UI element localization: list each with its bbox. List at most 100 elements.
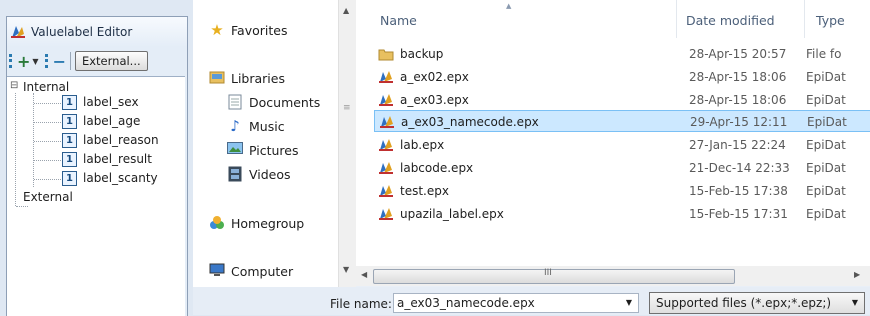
file-type: File fo [806, 47, 842, 61]
nav-label: Favorites [231, 22, 288, 38]
file-type: EpiDat [807, 115, 847, 129]
file-type: EpiDat [806, 93, 846, 107]
file-row[interactable]: a_ex03.epx 28-Apr-15 18:06 EpiDat [374, 89, 870, 111]
nav-label: Documents [249, 94, 321, 110]
file-name: labcode.epx [400, 161, 474, 175]
file-row[interactable]: lab.epx 27-Jan-15 22:24 EpiDat [374, 134, 870, 156]
valuelabel-set-icon: 1 [62, 152, 77, 167]
file-date: 15-Feb-15 17:38 [689, 184, 788, 198]
column-header-name[interactable]: Name [380, 13, 417, 28]
nav-label: Homegroup [231, 215, 305, 231]
music-note-icon: ♪ [230, 117, 240, 135]
file-name: a_ex03.epx [400, 93, 469, 107]
tree-item[interactable]: label_age [83, 114, 140, 128]
file-date: 21-Dec-14 22:33 [689, 161, 790, 175]
computer-icon [209, 263, 225, 279]
valuelabel-tree: ⊟ Internal 1 label_sex 1 label_age 1 lab… [7, 76, 185, 316]
tree-line [15, 93, 16, 206]
nav-label: Libraries [231, 70, 285, 86]
remove-icon: − [52, 51, 66, 71]
collapse-icon[interactable]: ⊟ [10, 80, 18, 91]
epidata-file-icon [379, 162, 393, 174]
scroll-down-arrow-icon[interactable]: ▼ [343, 265, 349, 274]
list-icon [9, 54, 15, 68]
nav-libraries[interactable]: Libraries [209, 70, 285, 86]
tree-item[interactable]: label_scanty [83, 171, 158, 185]
nav-videos[interactable]: Videos [227, 166, 291, 182]
file-date: 29-Apr-15 12:11 [690, 115, 788, 129]
column-header-date-modified[interactable]: Date modified [686, 13, 775, 28]
tree-node-external[interactable]: External [23, 190, 73, 204]
dropdown-arrow-icon[interactable]: ▼ [32, 57, 38, 66]
file-date: 27-Jan-15 22:24 [689, 138, 786, 152]
file-row[interactable]: test.epx 15-Feb-15 17:38 EpiDat [374, 180, 870, 202]
column-header-type[interactable]: Type [816, 13, 845, 28]
file-date: 28-Apr-15 18:06 [689, 93, 787, 107]
valuelabel-set-icon: 1 [62, 171, 77, 186]
scroll-thumb[interactable]: III [373, 268, 735, 284]
file-row-backup[interactable]: backup 28-Apr-15 20:57 File fo [374, 43, 870, 65]
file-type: EpiDat [806, 138, 846, 152]
chevron-down-icon[interactable]: ▼ [626, 294, 632, 312]
file-date: 15-Feb-15 17:31 [689, 207, 788, 221]
nav-homegroup[interactable]: Homegroup [209, 215, 304, 231]
valuelabel-set-icon: 1 [62, 95, 77, 110]
file-type: EpiDat [806, 184, 846, 198]
navigation-scrollbar[interactable]: ▲ ≡ ▼ [338, 0, 356, 287]
file-type-filter-value: Supported files (*.epx;*.epz;) [656, 296, 832, 310]
scroll-right-arrow-icon[interactable]: ▶ [854, 270, 860, 279]
scroll-up-arrow-icon[interactable]: ▲ [343, 6, 349, 15]
file-row-selected[interactable]: a_ex03_namecode.epx 29-Apr-15 12:11 EpiD… [374, 110, 870, 132]
scroll-left-arrow-icon[interactable]: ◀ [361, 270, 367, 279]
tree-line [34, 103, 61, 104]
tree-item[interactable]: label_sex [83, 95, 139, 109]
nav-label: Videos [249, 166, 291, 182]
file-list: ▲ Name Date modified Type backup 28-Apr-… [356, 0, 870, 266]
chevron-down-icon[interactable]: ▼ [848, 293, 858, 313]
horizontal-scrollbar[interactable]: ◀ III ▶ [356, 266, 870, 286]
folder-icon [378, 49, 394, 61]
toolbar-separator [69, 52, 71, 70]
file-type: EpiDat [806, 207, 846, 221]
editor-title: Valuelabel Editor [31, 25, 133, 39]
file-name-label: File name: [330, 297, 392, 311]
scroll-grip-icon: III [544, 268, 552, 278]
valuelabel-set-icon: 1 [62, 114, 77, 129]
tree-line [34, 122, 61, 123]
nav-documents[interactable]: Documents [227, 94, 320, 110]
file-row[interactable]: a_ex02.epx 28-Apr-15 18:06 EpiDat [374, 66, 870, 88]
epidata-file-icon [379, 71, 393, 83]
pictures-icon [227, 142, 243, 158]
epidata-file-icon [380, 116, 394, 128]
file-date: 28-Apr-15 18:06 [689, 70, 787, 84]
external-button[interactable]: External... [74, 51, 148, 71]
file-name: a_ex03_namecode.epx [401, 115, 539, 129]
add-valuelabel-button[interactable]: + ▼ [9, 51, 39, 71]
homegroup-icon [209, 215, 225, 231]
file-row[interactable]: upazila_label.epx 15-Feb-15 17:31 EpiDat [374, 203, 870, 225]
nav-favorites[interactable]: ★ Favorites [209, 22, 287, 38]
editor-title-bar: Valuelabel Editor [10, 24, 132, 40]
column-divider [676, 0, 677, 38]
epidata-file-icon [379, 139, 393, 151]
file-type: EpiDat [806, 70, 846, 84]
valuelabel-set-icon: 1 [62, 133, 77, 148]
file-row[interactable]: labcode.epx 21-Dec-14 22:33 EpiDat [374, 157, 870, 179]
sort-ascending-icon: ▲ [506, 2, 512, 10]
remove-valuelabel-button[interactable]: − [44, 51, 66, 71]
tree-line [33, 93, 34, 187]
tree-item[interactable]: label_reason [83, 133, 159, 147]
file-name: lab.epx [400, 138, 445, 152]
file-type-filter-select[interactable]: Supported files (*.epx;*.epz;) ▼ [649, 292, 865, 314]
file-name-input[interactable]: a_ex03_namecode.epx ▼ [393, 293, 639, 313]
documents-icon [227, 94, 243, 110]
file-type: EpiDat [806, 161, 846, 175]
file-name: upazila_label.epx [400, 207, 504, 221]
nav-music[interactable]: ♪ Music [227, 117, 284, 135]
navigation-pane: ★ Favorites Libraries Documents ♪ Music … [193, 0, 347, 287]
tree-node-internal[interactable]: Internal [23, 80, 69, 94]
nav-label: Pictures [249, 142, 299, 158]
nav-pictures[interactable]: Pictures [227, 142, 299, 158]
tree-item[interactable]: label_result [83, 152, 152, 166]
nav-computer[interactable]: Computer [209, 263, 293, 279]
